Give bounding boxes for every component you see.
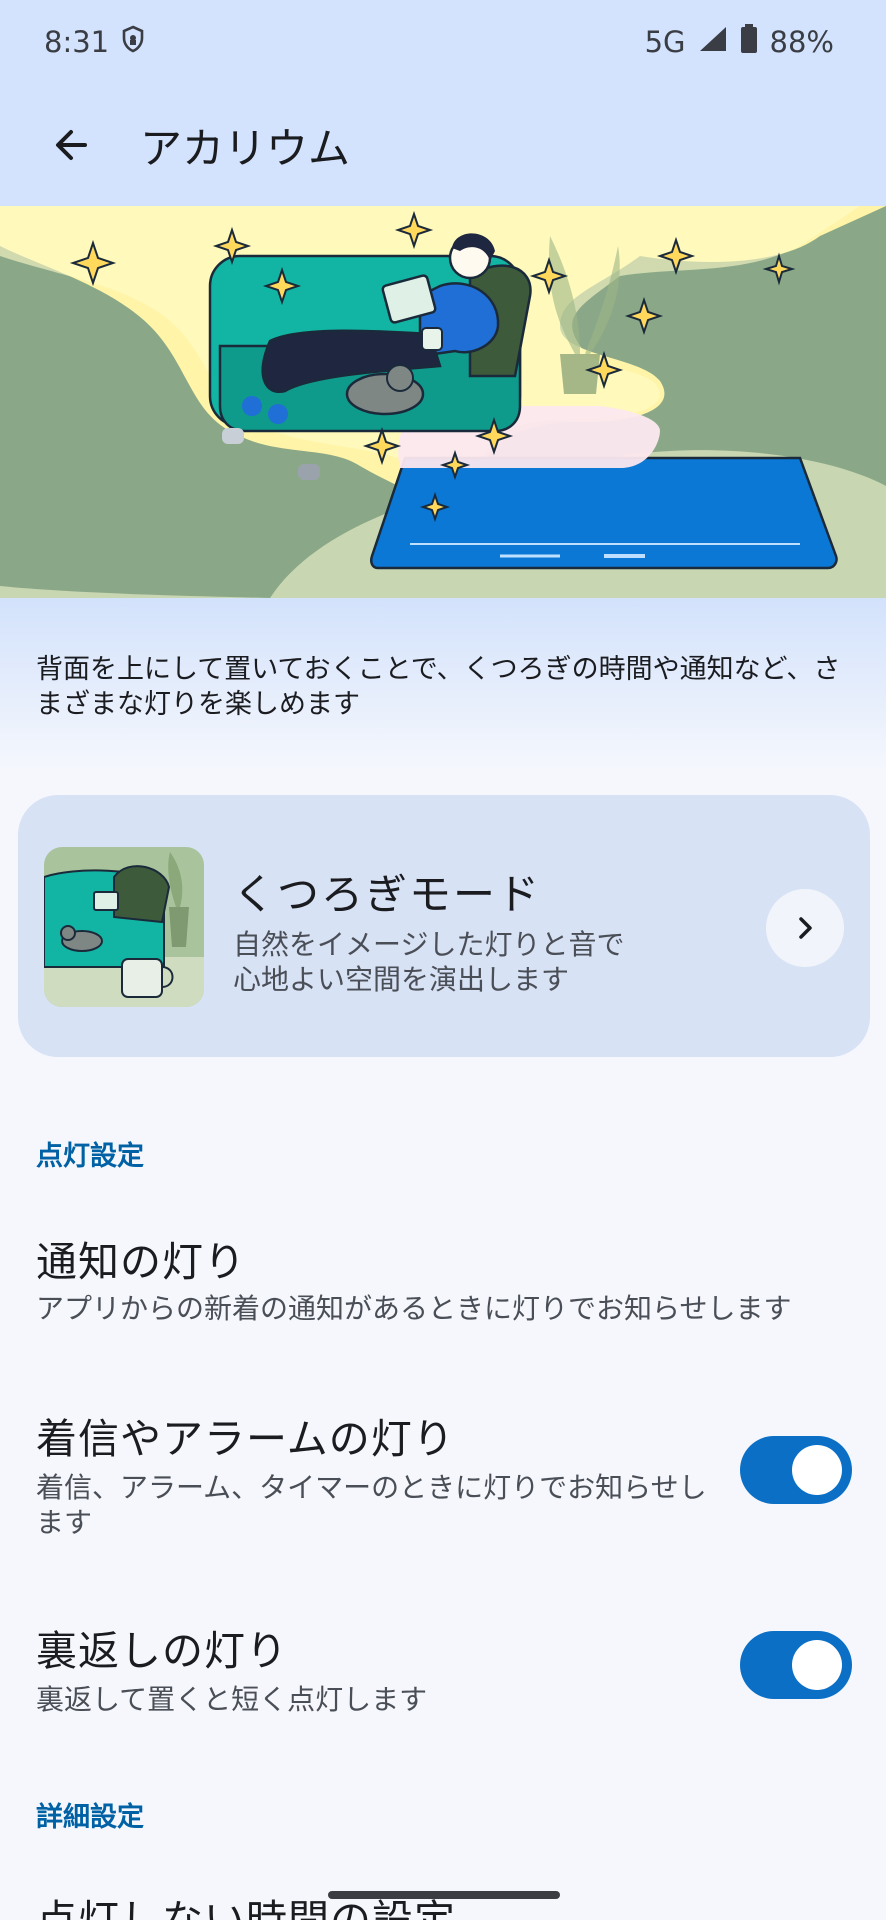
toggle-knob [792,1445,842,1495]
setting-description: アプリからの新着の通知があるときに灯りでお知らせします [36,1292,792,1325]
relax-mode-title: くつろぎモード [233,870,542,919]
flip-light-toggle[interactable] [740,1631,852,1699]
detail-settings-header: 詳細設定 [36,1802,144,1833]
gesture-navigation-bar[interactable] [328,1891,560,1899]
battery-percent: 88% [769,25,834,59]
back-button[interactable] [36,110,106,180]
relax-mode-card[interactable]: くつろぎモード 自然をイメージした灯りと音で心地よい空間を演出します [18,795,870,1057]
setting-description: 着信、アラーム、タイマーのときに灯りでお知らせします [36,1471,707,1539]
relax-mode-open-button[interactable] [766,889,844,967]
vpn-shield-icon [121,25,145,60]
arrow-left-icon [56,130,87,160]
app-bar: アカリウム [0,84,886,206]
relax-mode-thumbnail [44,847,204,1007]
battery-icon [740,23,758,61]
status-time: 8:31 [44,25,110,59]
call-alarm-light-toggle[interactable] [740,1436,852,1504]
hero-illustration [0,206,886,598]
relax-mode-description: 自然をイメージした灯りと音で心地よい空間を演出します [233,928,625,996]
chevron-right-icon [799,917,812,939]
toggle-knob [792,1640,842,1690]
setting-title: 着信やアラームの灯り [36,1415,455,1463]
setting-title: 裏返しの灯り [36,1627,288,1675]
signal-icon [698,25,728,60]
setting-description: 裏返して置くと短く点灯します [36,1683,428,1716]
lighting-settings-header: 点灯設定 [36,1141,144,1172]
page-title: アカリウム [140,123,351,173]
status-bar: 8:31 5G 88% [0,0,886,84]
setting-title: 通知の灯り [36,1238,246,1286]
intro-text: 背面を上にして置いておくことで、くつろぎの時間や通知など、さまざまな灯りを楽しめ… [36,654,841,720]
network-label: 5G [644,25,686,59]
